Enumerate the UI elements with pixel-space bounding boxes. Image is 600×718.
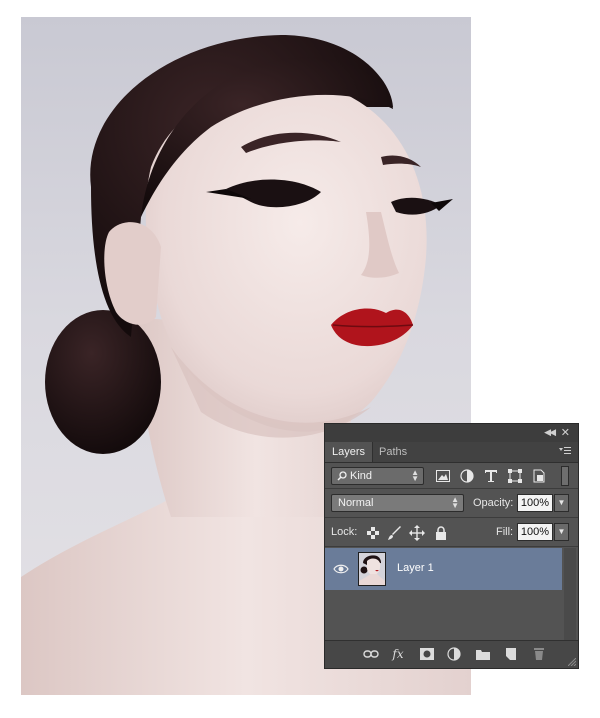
search-icon — [337, 471, 347, 481]
spinner-icon: ▲ ▼ — [451, 495, 459, 510]
panel-menu-icon[interactable] — [559, 447, 571, 456]
lock-label: Lock: — [331, 526, 358, 538]
thumbnail-portrait-image — [359, 553, 385, 585]
layer-name: Layer 1 — [397, 562, 434, 574]
smart-object-filter-icon[interactable] — [531, 468, 547, 484]
divider — [325, 488, 578, 489]
divider — [325, 546, 578, 547]
lock-image-pixels-icon[interactable] — [387, 525, 403, 541]
opacity-input[interactable]: 100% — [517, 494, 553, 512]
folder-icon[interactable] — [475, 647, 491, 661]
lock-all-icon[interactable] — [433, 525, 449, 541]
blend-mode-select[interactable]: Normal ▲ ▼ — [331, 494, 464, 512]
blend-mode-value: Normal — [338, 497, 374, 509]
fill-label: Fill: — [496, 526, 514, 538]
fx-icon[interactable]: fx — [390, 647, 406, 661]
type-filter-icon[interactable] — [483, 468, 499, 484]
collapse-panel-icon[interactable]: ◀◀ — [544, 427, 556, 438]
layers-scrollbar[interactable] — [564, 548, 576, 640]
trash-icon[interactable] — [531, 647, 547, 661]
close-panel-icon[interactable]: ✕ — [561, 426, 570, 439]
resize-grip-icon[interactable] — [568, 658, 576, 666]
filter-kind-select[interactable]: Kind ▲ ▼ — [331, 467, 424, 485]
mask-icon[interactable] — [419, 647, 435, 661]
new-layer-icon[interactable] — [503, 647, 519, 661]
opacity-label: Opacity: — [473, 497, 514, 509]
shape-filter-icon[interactable] — [507, 468, 523, 484]
tab-paths[interactable]: Paths — [372, 442, 414, 462]
opacity-slider-dropdown[interactable]: ▼ — [554, 494, 569, 512]
lock-transparent-pixels-icon[interactable] — [365, 525, 381, 541]
layer-thumbnail — [358, 552, 386, 586]
link-icon[interactable] — [363, 647, 379, 661]
fill-input[interactable]: 100% — [517, 523, 553, 541]
adjustment-icon[interactable] — [446, 647, 462, 661]
lock-position-icon[interactable] — [409, 525, 425, 541]
adjustment-filter-icon[interactable] — [459, 468, 475, 484]
tab-layers[interactable]: Layers — [325, 442, 374, 462]
panel-bottom-toolbar: fx — [325, 640, 578, 668]
fill-slider-dropdown[interactable]: ▼ — [554, 523, 569, 541]
panel-tabs: Layers Paths — [325, 442, 578, 463]
pixel-layer-filter-icon[interactable] — [435, 468, 451, 484]
layer-row-layer-1[interactable]: Layer 1 — [325, 548, 562, 590]
panel-titlebar: ◀◀ ✕ — [325, 424, 578, 442]
layers-panel: ◀◀ ✕ Layers Paths Kind ▲ ▼ Normal ▲ ▼ Op… — [324, 423, 579, 669]
eye-visibility-icon[interactable] — [333, 561, 349, 577]
spinner-icon: ▲ ▼ — [411, 468, 419, 483]
filter-row: Kind ▲ ▼ — [325, 464, 578, 488]
filter-kind-label: Kind — [350, 470, 373, 482]
filter-toggle-switch[interactable] — [561, 466, 569, 486]
lock-row: Lock: Fill: 100% ▼ — [325, 519, 578, 545]
divider — [325, 517, 578, 518]
blend-row: Normal ▲ ▼ Opacity: 100% ▼ — [325, 490, 578, 516]
